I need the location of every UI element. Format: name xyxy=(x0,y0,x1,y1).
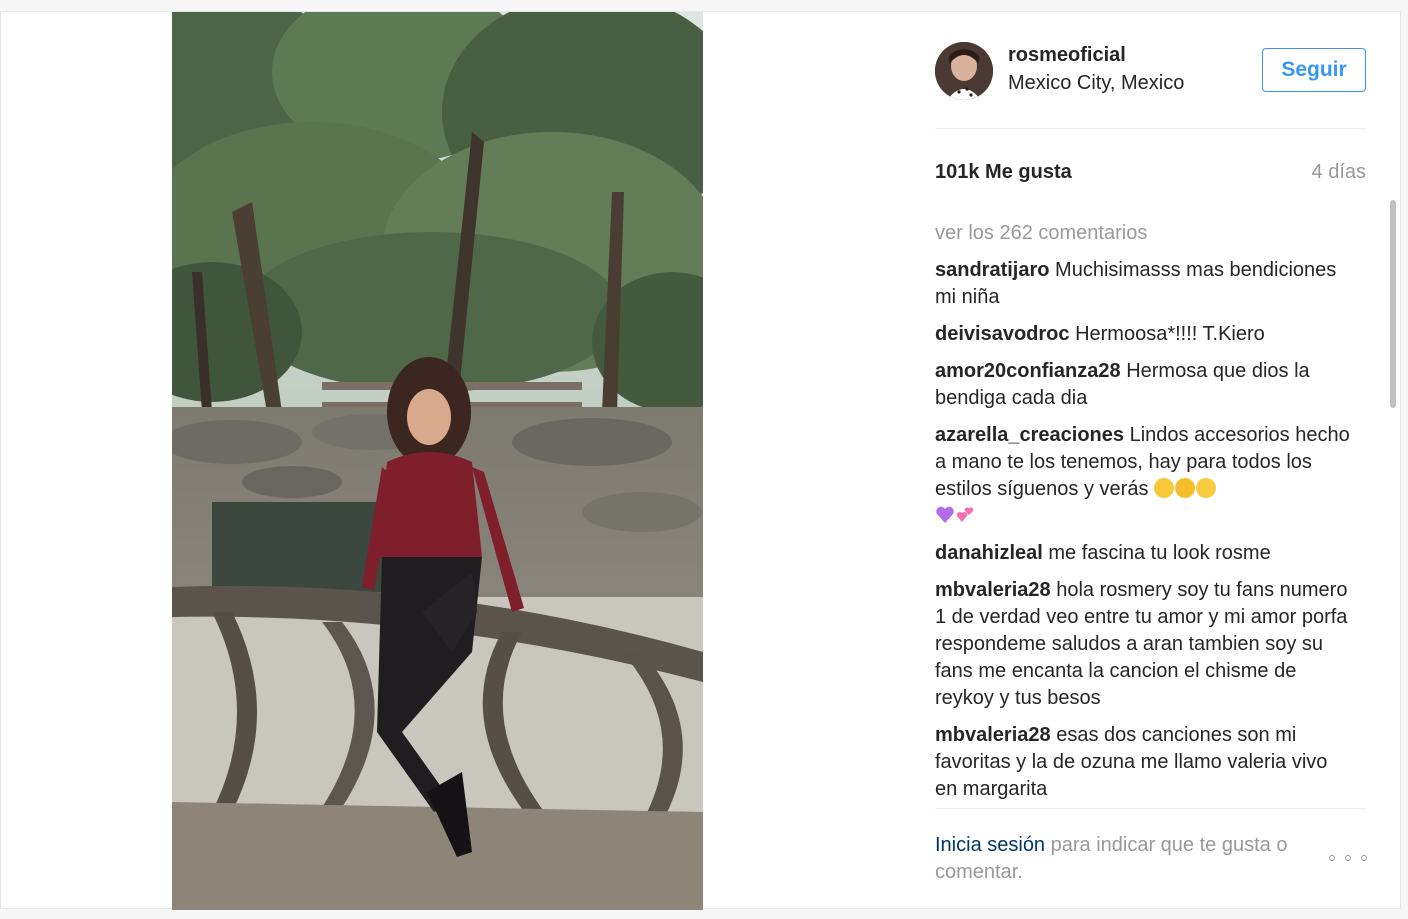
comment-author[interactable]: sandratijaro xyxy=(935,259,1049,281)
comment-author[interactable]: danahizleal xyxy=(935,542,1043,564)
dot-icon xyxy=(1361,855,1367,861)
comment-item: amor20confianza28 Hermosa que dios la be… xyxy=(935,358,1355,412)
more-options-icon[interactable] xyxy=(1329,848,1367,868)
follow-button[interactable]: Seguir xyxy=(1262,48,1366,92)
dot-icon xyxy=(1329,855,1335,861)
post-photo[interactable] xyxy=(172,12,703,910)
header-divider xyxy=(935,128,1366,129)
two-hearts-icon xyxy=(956,507,974,522)
footer-divider xyxy=(935,808,1366,809)
comments-list: ver los 262 comentarios sandratijaro Muc… xyxy=(935,220,1355,808)
login-prompt: Inicia sesión para indicar que te gusta … xyxy=(935,832,1325,886)
grinning-face-icon xyxy=(1154,478,1174,498)
comment-author[interactable]: deivisavodroc xyxy=(935,323,1070,345)
comments-scrollbar[interactable] xyxy=(1388,192,1398,804)
dot-icon xyxy=(1345,855,1351,861)
comment-author[interactable]: amor20confianza28 xyxy=(935,360,1121,382)
comment-text: Hermoosa*!!!! T.Kiero xyxy=(1075,323,1265,345)
comment-author[interactable]: mbvaleria28 xyxy=(935,724,1051,746)
post-username[interactable]: rosmeoficial xyxy=(1008,44,1126,67)
avatar-image xyxy=(935,42,993,100)
comment-item: deivisavodroc Hermoosa*!!!! T.Kiero xyxy=(935,321,1355,348)
likes-count[interactable]: 101k Me gusta xyxy=(935,161,1072,184)
profile-avatar[interactable] xyxy=(935,42,993,100)
post-location[interactable]: Mexico City, Mexico xyxy=(1008,72,1184,95)
comment-item: azarella_creaciones Lindos accesorios he… xyxy=(935,422,1355,530)
winking-face-icon xyxy=(1196,478,1216,498)
comment-author[interactable]: mbvaleria28 xyxy=(935,579,1051,601)
comment-item: mbvaleria28 hola rosmery soy tu fans num… xyxy=(935,577,1355,712)
login-link[interactable]: Inicia sesión xyxy=(935,834,1045,856)
comment-item: mbvaleria28 esas dos canciones son mi fa… xyxy=(935,722,1355,803)
photo-illustration xyxy=(172,12,703,910)
purple-heart-icon xyxy=(936,506,954,523)
comment-item: danahizleal me fascina tu look rosme xyxy=(935,540,1355,567)
scrollbar-thumb[interactable] xyxy=(1390,200,1396,408)
comment-item: sandratijaro Muchisimasss mas bendicione… xyxy=(935,257,1355,311)
comment-text: me fascina tu look rosme xyxy=(1048,542,1271,564)
laughing-face-icon xyxy=(1175,478,1195,498)
post-side-panel: rosmeoficial Mexico City, Mexico Seguir … xyxy=(935,12,1367,910)
view-all-comments-link[interactable]: ver los 262 comentarios xyxy=(935,220,1355,247)
post-container: rosmeoficial Mexico City, Mexico Seguir … xyxy=(0,11,1401,910)
comment-author[interactable]: azarella_creaciones xyxy=(935,424,1124,446)
post-timestamp[interactable]: 4 días xyxy=(1312,161,1366,184)
